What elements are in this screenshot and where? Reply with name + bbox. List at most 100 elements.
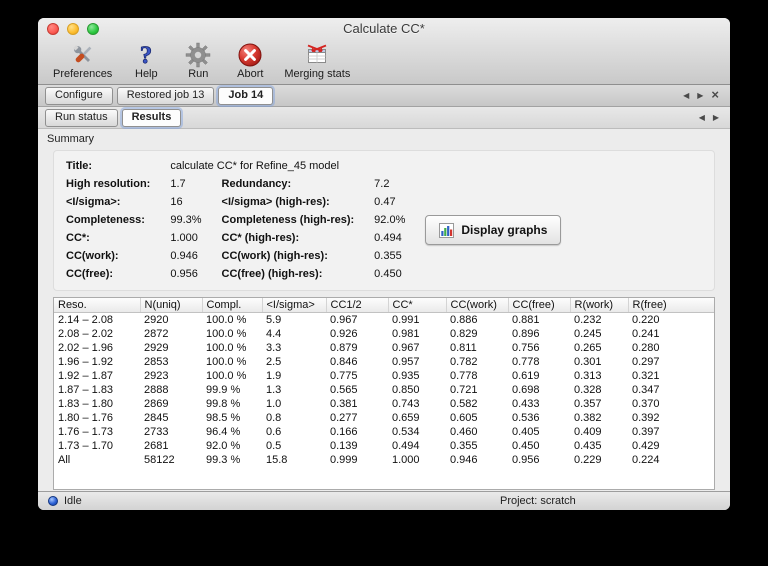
table-cell: 0.397 (632, 426, 660, 438)
table-cell: 0.721 (450, 384, 478, 396)
table-cell: 0.6 (266, 426, 282, 438)
table-cell: 0.698 (512, 384, 540, 396)
table-cell: 98.5 % (206, 412, 241, 424)
column-header: CC* (388, 298, 447, 313)
table-cell: 92.0 % (206, 440, 241, 452)
table-row[interactable]: 1.87 – 1.83 2888 99.9 % 1.3 0.565 0.850 0.721 0… (54, 383, 714, 397)
results-content: Title: calculate CC* for Refine_45 model… (38, 148, 730, 491)
toolbar-item-preferences[interactable]: Preferences (46, 41, 119, 80)
table-cell: 0.534 (392, 426, 420, 438)
summary-stat-label: Completeness: (66, 214, 145, 226)
table-row[interactable]: 1.96 – 1.92 2853 100.0 % 2.5 0.846 0.957 0.782… (54, 355, 714, 369)
table-cell: 2.02 – 1.96 (58, 342, 114, 354)
titlebar[interactable]: Calculate CC* (38, 18, 730, 40)
column-header: CC1/2 (326, 298, 389, 313)
minimize-window-button[interactable] (67, 23, 79, 35)
table-row[interactable]: 2.14 – 2.08 2920 100.0 % 5.9 0.967 0.991 0.886… (54, 313, 714, 328)
table-cell: 0.967 (330, 314, 358, 326)
tab-scroll-left-icon[interactable]: ◀ (679, 91, 693, 100)
table-cell: 0.392 (632, 412, 660, 424)
table-cell: 1.76 – 1.73 (58, 426, 114, 438)
table-row[interactable]: 1.73 – 1.70 2681 92.0 % 0.5 0.139 0.494 0.355 0… (54, 439, 714, 453)
toolbar-item-run[interactable]: Run (173, 41, 223, 80)
subtab-scroll-right-icon[interactable]: ▶ (709, 113, 723, 122)
table-cell: 2869 (144, 398, 169, 410)
gear-icon (185, 41, 211, 68)
summary-stat-label: CC(free) (high-res): (221, 268, 323, 280)
toolbar-item-abort[interactable]: Abort (225, 41, 275, 80)
status-text: Idle (64, 495, 82, 507)
table-cell: 0.405 (512, 426, 540, 438)
tab-run-status[interactable]: Run status (45, 108, 118, 127)
table-row[interactable]: 2.08 – 2.02 2872 100.0 % 4.4 0.926 0.981 0.829… (54, 327, 714, 341)
tab-job-14[interactable]: Job 14 (218, 86, 274, 105)
summary-stat-value: 0.450 (374, 268, 402, 280)
tab-configure[interactable]: Configure (45, 86, 113, 105)
summary-stat-value: 0.956 (170, 268, 198, 280)
table-cell: 0.435 (574, 440, 602, 452)
table-cell: 0.565 (330, 384, 358, 396)
toolbar-item-merging-stats[interactable]: Merging stats (277, 41, 357, 80)
table-cell: 0.301 (574, 356, 602, 368)
display-graphs-button[interactable]: Display graphs (425, 215, 562, 245)
table-cell: 0.224 (632, 454, 660, 466)
table-row[interactable]: 1.83 – 1.80 2869 99.8 % 1.0 0.381 0.743 0.582 0… (54, 397, 714, 411)
results-table-panel: Reso. N(uniq) Compl. <I/sigma> CC1/2 CC* CC(wo… (53, 297, 715, 490)
table-cell: 0.605 (450, 412, 478, 424)
table-cell: 0.829 (450, 328, 478, 340)
table-cell: 1.92 – 1.87 (58, 370, 114, 382)
table-cell: 0.347 (632, 384, 660, 396)
table-cell: 0.232 (574, 314, 602, 326)
summary-stat-value: 16 (170, 196, 183, 208)
table-cell: 1.9 (266, 370, 282, 382)
summary-stat-value: 0.47 (374, 196, 396, 208)
table-cell: 0.355 (450, 440, 478, 452)
tab-close-icon[interactable]: × (707, 88, 723, 102)
table-cell: 2.5 (266, 356, 282, 368)
toolbar-item-help[interactable]: ? Help (121, 41, 171, 81)
tab-scroll-right-icon[interactable]: ▶ (693, 91, 707, 100)
summary-stat-value: 0.494 (374, 232, 402, 244)
table-cell: 1.83 – 1.80 (58, 398, 114, 410)
table-cell: 0.967 (392, 342, 420, 354)
close-window-button[interactable] (47, 23, 59, 35)
table-row[interactable]: 2.02 – 1.96 2929 100.0 % 3.3 0.879 0.967 0.811… (54, 341, 714, 355)
table-cell: 0.5 (266, 440, 282, 452)
table-cell: 0.460 (450, 426, 478, 438)
table-cell: All (58, 454, 71, 466)
toolbar: Preferences ? Help Run Abort Merging sta… (38, 40, 730, 84)
status-bar: Idle Project: scratch (38, 491, 730, 510)
summary-stat-value: 1.000 (170, 232, 198, 244)
table-cell: 58122 (144, 454, 175, 466)
subtab-scroll-left-icon[interactable]: ◀ (695, 113, 709, 122)
table-cell: 0.811 (450, 342, 477, 354)
table-cell: 2872 (144, 328, 169, 340)
table-cell: 0.881 (512, 314, 540, 326)
table-row[interactable]: 1.76 – 1.73 2733 96.4 % 0.6 0.166 0.534 0.460 0… (54, 425, 714, 439)
summary-stat-value: 7.2 (374, 178, 390, 190)
summary-stat-value: 92.0% (374, 214, 406, 226)
table-cell: 0.981 (392, 328, 420, 340)
table-row[interactable]: 1.80 – 1.76 2845 98.5 % 0.8 0.277 0.659 0.605 0… (54, 411, 714, 425)
summary-grid: Title: calculate CC* for Refine_45 model… (66, 160, 405, 281)
tab-results[interactable]: Results (121, 108, 182, 127)
table-cell: 1.000 (392, 454, 420, 466)
table-cell: 0.450 (512, 440, 540, 452)
summary-stat-label: CC(free): (66, 268, 114, 280)
table-cell: 0.879 (330, 342, 358, 354)
table-cell: 3.3 (266, 342, 282, 354)
table-cell: 100.0 % (206, 370, 247, 382)
column-header: R(work) (570, 298, 629, 313)
job-tab-bar: Configure Restored job 13 Job 14 ◀ ▶ × (38, 85, 730, 107)
column-header: Compl. (202, 298, 263, 313)
table-row[interactable]: 1.92 – 1.87 2923 100.0 % 1.9 0.775 0.935 0.778… (54, 369, 714, 383)
table-row[interactable]: All 58122 99.3 % 15.8 0.999 1.000 0.946 0.956 0.… (54, 453, 714, 467)
table-cell: 0.850 (392, 384, 420, 396)
zoom-window-button[interactable] (87, 23, 99, 35)
table-cell: 0.8 (266, 412, 282, 424)
table-cell: 0.241 (632, 328, 660, 340)
summary-stat-label: <I/sigma>: (66, 196, 121, 208)
table-cell: 0.886 (450, 314, 478, 326)
tab-restored-job-13[interactable]: Restored job 13 (116, 86, 215, 105)
table-cell: 99.3 % (206, 454, 241, 466)
